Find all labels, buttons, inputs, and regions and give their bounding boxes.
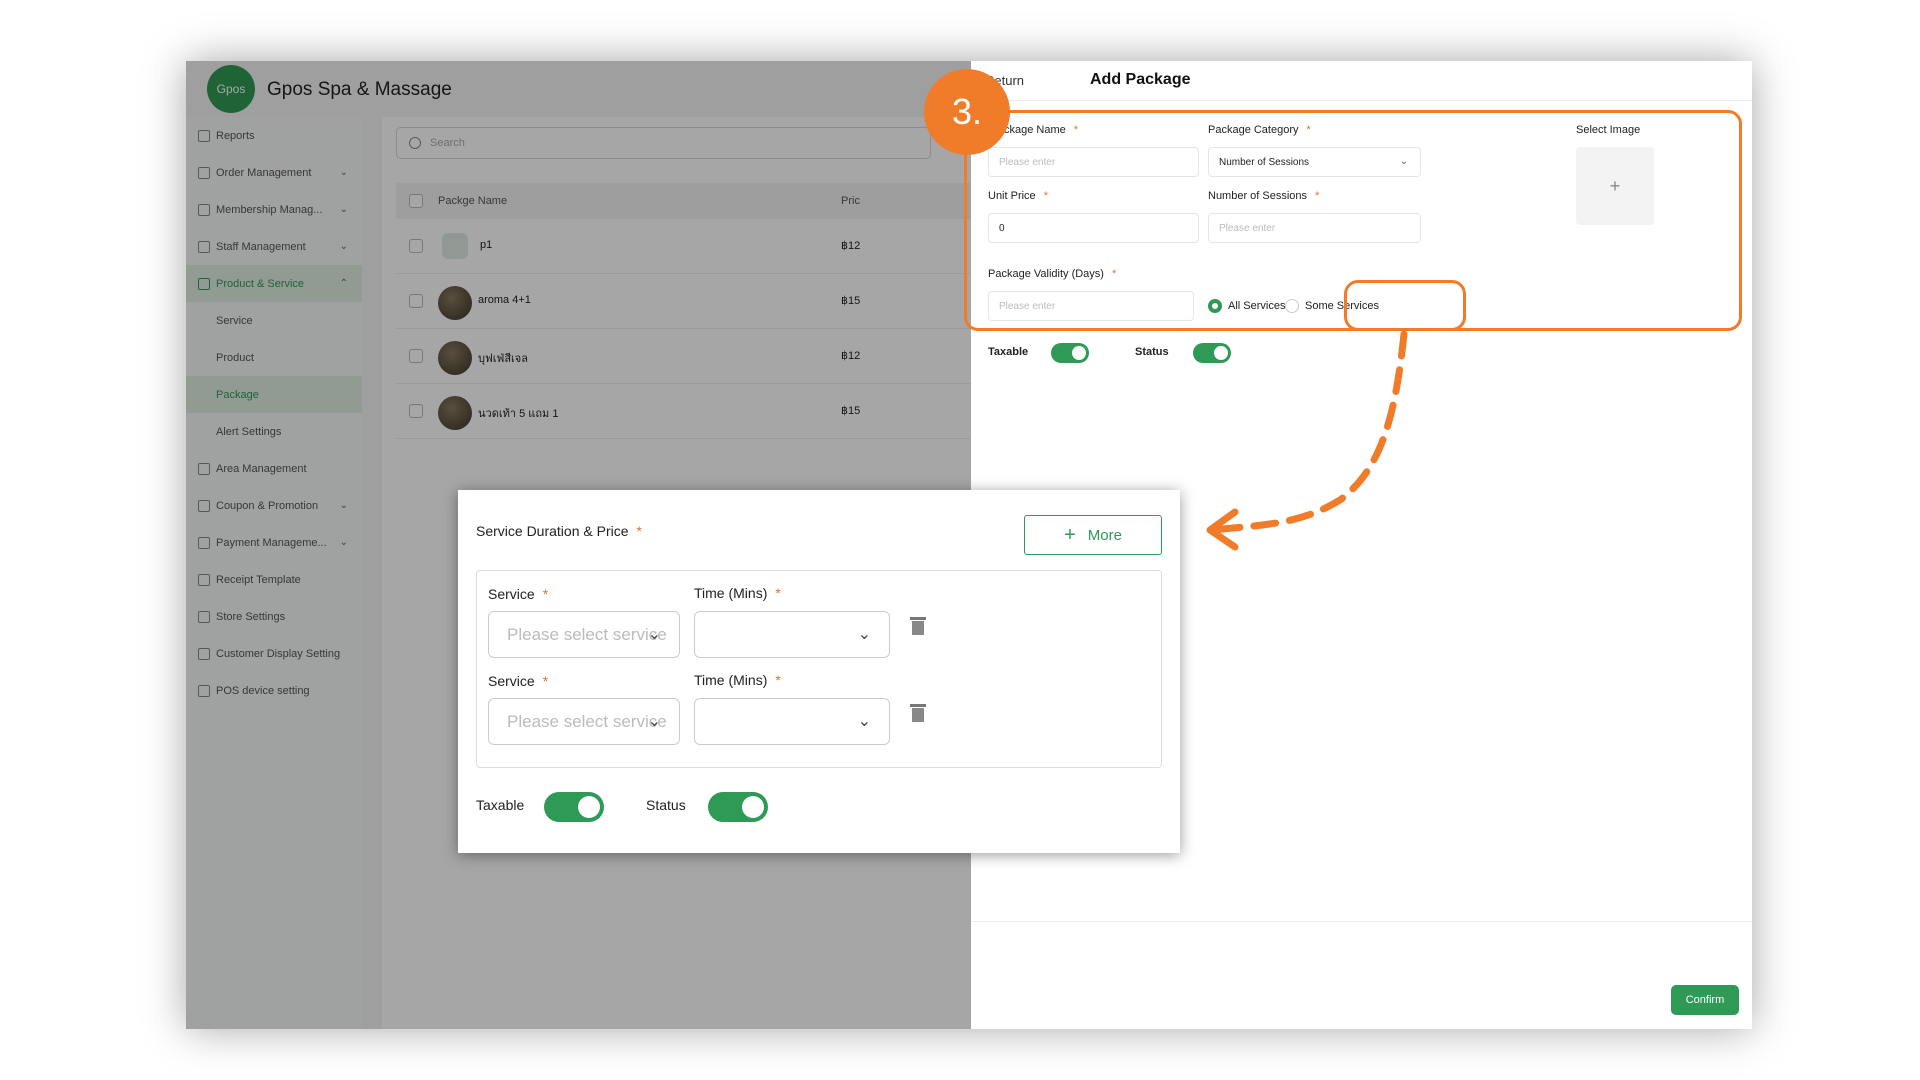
time-label: Time (Mins) * [694,672,781,688]
status-label: Status [646,797,686,813]
trash-icon[interactable] [910,702,926,722]
drawer-title: Add Package [1090,71,1191,88]
service-rows-container: Service * Please select service ⌄ Time (Mi… [476,570,1162,768]
title-text: Service Duration & Price [476,523,629,539]
add-more-button[interactable]: + More [1024,515,1162,555]
service-duration-zoom-panel: Service Duration & Price * + More Service *… [458,490,1180,853]
taxable-toggle[interactable] [1051,343,1089,363]
required-mark: * [636,523,642,539]
label-text: Time (Mins) [694,672,768,688]
time-select[interactable]: ⌄ [694,698,890,745]
status-toggle[interactable] [1193,343,1231,363]
drawer-header: Return Add Package [971,61,1752,101]
time-label: Time (Mins) * [694,585,781,601]
chevron-down-icon: ⌄ [857,713,871,730]
taxable-toggle[interactable] [544,792,604,822]
service-duration-title: Service Duration & Price * [476,523,642,539]
required-mark: * [775,585,781,601]
time-select[interactable]: ⌄ [694,611,890,658]
label-text: Service [488,673,535,689]
more-label: More [1087,526,1122,544]
service-placeholder: Please select service [507,711,667,731]
taxable-label: Taxable [988,346,1029,358]
required-mark: * [775,672,781,688]
chevron-down-icon: ⌄ [647,626,661,643]
label-text: Time (Mins) [694,585,768,601]
service-placeholder: Please select service [507,624,667,644]
some-services-highlight [1344,280,1466,331]
chevron-down-icon: ⌄ [647,713,661,730]
service-select[interactable]: Please select service ⌄ [488,611,680,658]
service-select[interactable]: Please select service ⌄ [488,698,680,745]
tutorial-stage: Gpos Gpos Spa & Massage Reports Order Ma… [0,0,1920,1080]
step-badge: 3. [924,69,1010,155]
plus-icon: + [1064,523,1076,546]
footer-divider [971,921,1752,922]
service-label: Service * [488,586,548,602]
required-mark: * [542,586,549,602]
confirm-button[interactable]: Confirm [1671,985,1739,1015]
label-text: Service [488,586,535,602]
service-label: Service * [488,673,548,689]
status-label: Status [1135,346,1169,358]
chevron-down-icon: ⌄ [857,626,871,643]
taxable-label: Taxable [476,797,525,813]
required-mark: * [542,673,549,689]
status-toggle[interactable] [708,792,768,822]
trash-icon[interactable] [910,615,926,635]
